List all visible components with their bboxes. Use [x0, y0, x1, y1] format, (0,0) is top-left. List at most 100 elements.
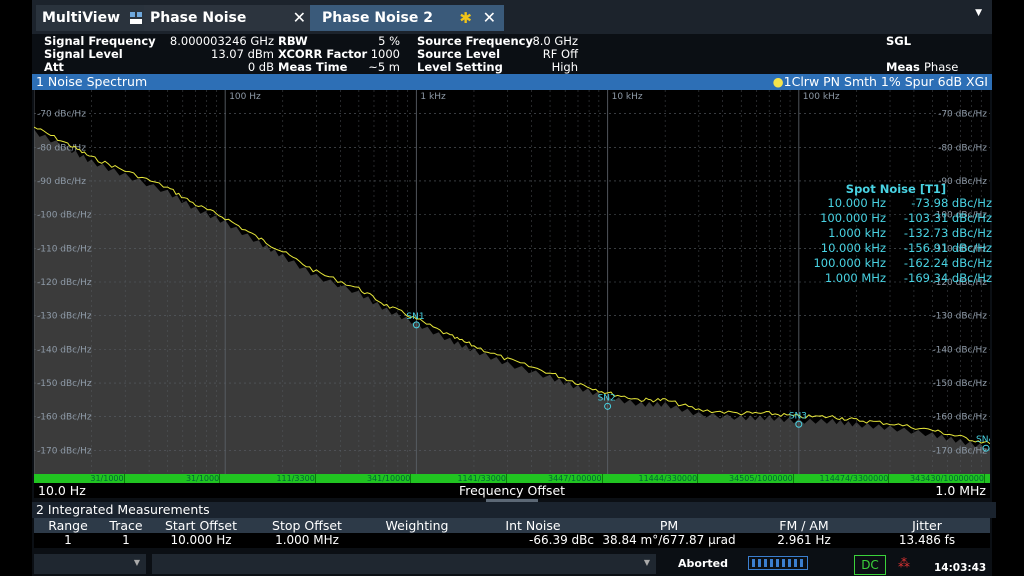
progress-segment: [758, 559, 761, 567]
y-tick-label-right: -160 dBc/Hz: [932, 413, 987, 423]
x-tick-label: 100 kHz: [803, 92, 840, 102]
start-offset-cell: 10.000 Hz: [170, 533, 232, 547]
marker-label: SN3: [789, 411, 807, 421]
tab-bar: MultiView Phase Noise ✕ Phase Noise 2 ✱ …: [32, 0, 992, 34]
spot-noise-value: -132.73 dBc/Hz: [903, 226, 992, 240]
range-cell: 1: [64, 533, 72, 547]
progress-segment: [800, 559, 803, 567]
progress-segment: [776, 559, 779, 567]
tab-multiview[interactable]: MultiView: [36, 5, 150, 31]
x-tick-label: 1 kHz: [420, 92, 446, 102]
column-header: Trace: [109, 518, 143, 533]
average-count-label: 1141/33000: [416, 474, 507, 483]
signal-level-value: 13.07 dBm: [211, 47, 274, 61]
noise-spectrum-title-bar[interactable]: 1 Noise Spectrum ●1Clrw PN Smth 1% Spur …: [32, 74, 992, 90]
signal-frequency-value: 8.000003246 GHz: [169, 34, 274, 48]
stop-offset-cell: 1.000 MHz: [275, 533, 339, 547]
analyzer-screen: MultiView Phase Noise ✕ Phase Noise 2 ✱ …: [32, 0, 996, 576]
spot-noise-title: Spot Noise [T1]: [845, 182, 947, 196]
signal-frequency-label: Signal Frequency: [44, 34, 156, 48]
column-header: Weighting: [385, 518, 449, 533]
tab-dropdown-icon[interactable]: ▼: [975, 8, 982, 18]
meas-time-label: Meas Time: [278, 60, 348, 74]
tab-multiview-label: MultiView: [42, 10, 121, 26]
stop-frequency: 1.0 MHz: [935, 483, 986, 498]
average-count-label: 343430/10000000: [894, 474, 985, 483]
progress-segment: [770, 559, 773, 567]
progress-segment: [794, 559, 797, 567]
int-noise-cell: -66.39 dBc: [529, 533, 594, 547]
average-count-label: 111/3300: [225, 474, 316, 483]
spot-noise-frequency: 1.000 MHz: [824, 271, 886, 285]
integrated-measurements-title[interactable]: 2 Integrated Measurements: [32, 502, 996, 518]
y-tick-label: -80 dBc/Hz: [37, 143, 86, 153]
close-icon[interactable]: ✕: [293, 5, 306, 31]
y-tick-label-right: -130 dBc/Hz: [932, 312, 987, 322]
average-count-label: 3447/100000: [512, 474, 603, 483]
average-count-label: 34505/1000000: [703, 474, 794, 483]
average-count-label: 31/1000: [130, 474, 221, 483]
sgl-indicator: SGL: [886, 34, 912, 48]
marker-label: SN1: [406, 312, 424, 322]
tab-phase-noise[interactable]: Phase Noise ✕: [144, 5, 314, 31]
close-icon[interactable]: ✕: [483, 5, 496, 31]
xcorr-value: 1000: [370, 47, 400, 61]
column-header: Range: [48, 518, 88, 533]
spot-noise-row: 10.000 kHz -156.91 dBc/Hz: [786, 241, 992, 256]
star-icon: ✱: [459, 9, 472, 27]
spot-noise-value: -156.91 dBc/Hz: [903, 241, 992, 255]
frequency-axis-bar: 10.0 Hz Frequency Offset 1.0 MHz: [34, 484, 990, 498]
signal-level-label: Signal Level: [44, 47, 123, 61]
y-tick-label: -160 dBc/Hz: [37, 413, 92, 423]
average-count-label: 11444/330000: [608, 474, 699, 483]
marker-label: SN2: [598, 393, 616, 403]
y-tick-label-right: -80 dBc/Hz: [938, 143, 987, 153]
x-tick-label: 10 kHz: [612, 92, 643, 102]
y-tick-label: -140 dBc/Hz: [37, 345, 92, 355]
status-dropdown-left[interactable]: ▼: [34, 554, 146, 574]
progress-segment: [788, 559, 791, 567]
y-tick-label: -90 dBc/Hz: [37, 177, 86, 187]
meas-label: Meas: [886, 60, 920, 74]
marker-label: SN4: [976, 435, 990, 445]
status-dropdown-center[interactable]: ▼: [152, 554, 656, 574]
table-row[interactable]: 1 1 10.000 Hz 1.000 MHz -66.39 dBc 38.84…: [34, 533, 990, 548]
rbw-value: 5 %: [378, 34, 400, 48]
spot-noise-value: -73.98 dBc/Hz: [911, 196, 992, 210]
column-header: Start Offset: [164, 518, 238, 533]
network-icon: ⁂: [898, 556, 910, 570]
y-tick-label: -120 dBc/Hz: [37, 278, 92, 288]
trace-info: ●1Clrw PN Smth 1% Spur 6dB XGI: [773, 74, 988, 90]
spot-noise-row: 10.000 Hz -73.98 dBc/Hz: [786, 196, 992, 211]
y-tick-label-right: -150 dBc/Hz: [932, 379, 987, 389]
spot-noise-value: -162.24 dBc/Hz: [903, 256, 992, 270]
spot-noise-row: 1.000 MHz -169.34 dBc/Hz: [786, 271, 992, 286]
level-setting-label: Level Setting: [417, 60, 503, 74]
y-tick-label: -110 dBc/Hz: [37, 244, 92, 254]
tab-phase-noise-2[interactable]: Phase Noise 2 ✱ ✕: [310, 5, 504, 31]
xcorr-label: XCORR Factor: [278, 47, 368, 61]
integrated-table-header: Range Trace Start Offset Stop Offset Wei…: [34, 518, 990, 533]
tab-phase-noise-label: Phase Noise: [150, 10, 247, 26]
progress-segment: [782, 559, 785, 567]
att-value: 0 dB: [247, 60, 274, 74]
trace-info-text: 1Clrw PN Smth 1% Spur 6dB XGI: [783, 74, 988, 89]
noise-floor-area: [34, 129, 990, 474]
average-count-label: 31/1000: [34, 474, 125, 483]
spot-noise-frequency: 1.000 kHz: [828, 226, 886, 240]
spot-noise-frequency: 10.000 Hz: [827, 196, 886, 210]
average-count-label: 341/10000: [321, 474, 412, 483]
measurement-header: Signal Frequency 8.000003246 GHz Signal …: [32, 34, 992, 88]
column-header: Jitter: [912, 518, 942, 533]
rbw-label: RBW: [278, 34, 308, 48]
x-axis-label: Frequency Offset: [458, 483, 566, 498]
chevron-down-icon: ▼: [133, 558, 140, 567]
progress-indicator: [748, 556, 808, 570]
y-tick-label: -150 dBc/Hz: [37, 379, 92, 389]
spot-noise-value: -103.31 dBc/Hz: [903, 211, 992, 225]
x-tick-label: 100 Hz: [229, 92, 261, 102]
spot-noise-row: 1.000 kHz -132.73 dBc/Hz: [786, 226, 992, 241]
noise-spectrum-plot[interactable]: -70 dBc/Hz -70 dBc/Hz -80 dBc/Hz -80 dBc/Hz…: [34, 90, 992, 484]
progress-segment: [764, 559, 767, 567]
spot-noise-row: 100.000 kHz -162.24 dBc/Hz: [786, 256, 992, 271]
